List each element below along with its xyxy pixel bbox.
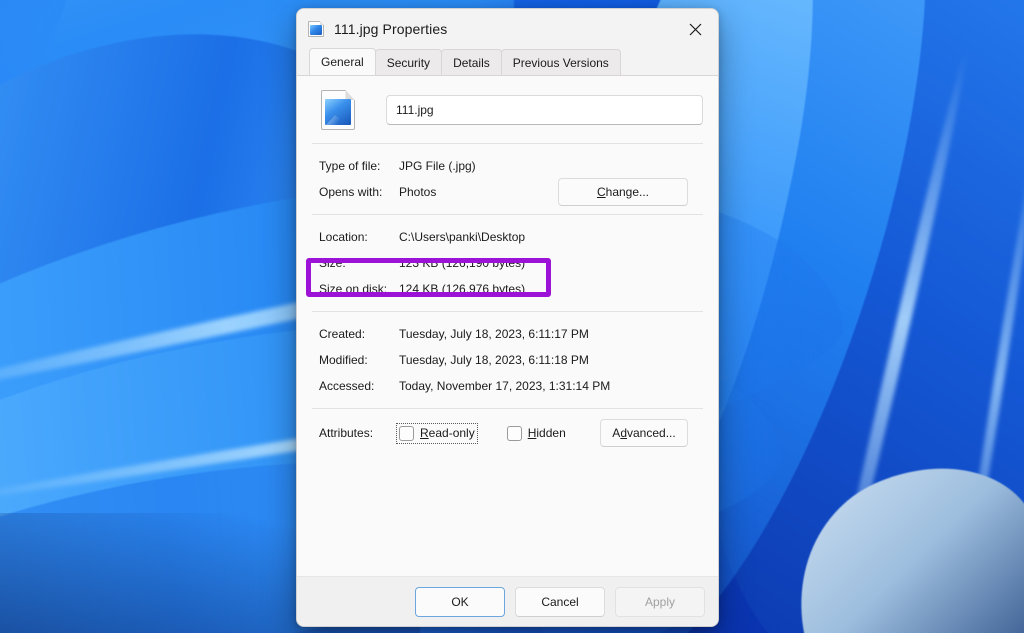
dialog-title-bar: 111.jpg Properties <box>297 9 718 49</box>
image-file-icon <box>308 21 324 37</box>
size-row: Size: 123 KB (126,190 bytes) <box>312 250 703 276</box>
row-label: Accessed: <box>319 379 375 393</box>
checkbox-box <box>399 425 414 441</box>
row-value: C:\Users\panki\Desktop <box>399 230 526 244</box>
dialog-title: 111.jpg Properties <box>334 21 448 37</box>
row-label: Size on disk: <box>319 282 388 296</box>
type-of-file-row: Type of file: JPG File (.jpg) <box>312 153 703 179</box>
row-value: 124 KB (126,976 bytes) <box>399 282 526 296</box>
file-type-group: Type of file: JPG File (.jpg) Opens with… <box>312 144 703 214</box>
row-label: Created: <box>319 327 366 341</box>
file-name-value: 111.jpg <box>396 103 434 117</box>
row-value: Tuesday, July 18, 2023, 6:11:18 PM <box>399 353 589 367</box>
checkbox-label: Hidden <box>527 426 566 440</box>
close-icon[interactable] <box>673 9 718 49</box>
opens-with-row: Opens with: Photos Change... <box>312 178 703 206</box>
accessed-row: Accessed: Today, November 17, 2023, 1:31… <box>312 373 703 399</box>
timestamps-group: Created: Tuesday, July 18, 2023, 6:11:17… <box>312 312 703 408</box>
checkbox-label: Read-only <box>420 426 475 440</box>
dialog-footer: OK Cancel Apply <box>297 576 718 626</box>
tab-security[interactable]: Security <box>374 49 443 75</box>
row-label: Opens with: <box>319 185 383 199</box>
apply-button[interactable]: Apply <box>615 586 705 617</box>
general-tab-panel: 111.jpg Type of file: JPG File (.jpg) Op… <box>297 75 718 576</box>
attributes-label: Attributes: <box>319 426 374 440</box>
row-label: Modified: <box>319 353 368 367</box>
tab-strip: General Security Details Previous Versio… <box>297 48 718 75</box>
size-group: Location: C:\Users\panki\Desktop Size: 1… <box>312 215 703 311</box>
checkbox-box <box>506 425 522 441</box>
row-value: JPG File (.jpg) <box>399 159 476 173</box>
row-label: Type of file: <box>319 159 381 173</box>
apply-button-label: Apply <box>644 594 676 609</box>
attributes-row: Attributes: Read-only Hidden Ad vanced... <box>312 418 703 448</box>
row-value: Today, November 17, 2023, 1:31:14 PM <box>399 379 611 393</box>
row-label: Location: <box>319 230 368 244</box>
size-on-disk-row: Size on disk: 124 KB (126,976 bytes) <box>312 276 703 302</box>
tab-label: Security <box>386 55 431 70</box>
change-button-label: hange... <box>605 185 650 199</box>
ok-button[interactable]: OK <box>415 586 505 617</box>
row-value: 123 KB (126,190 bytes) <box>399 256 526 270</box>
tab-general[interactable]: General <box>309 48 376 75</box>
location-row: Location: C:\Users\panki\Desktop <box>312 224 703 250</box>
hidden-checkbox[interactable]: Hidden <box>506 425 566 441</box>
file-properties-dialog: 111.jpg Properties General Security Deta… <box>296 8 719 627</box>
created-row: Created: Tuesday, July 18, 2023, 6:11:17… <box>312 321 703 347</box>
row-label: Size: <box>319 256 346 270</box>
file-name-row: 111.jpg <box>312 76 703 130</box>
modified-row: Modified: Tuesday, July 18, 2023, 6:11:1… <box>312 347 703 373</box>
tab-previous-versions[interactable]: Previous Versions <box>500 49 621 75</box>
ok-button-label: OK <box>451 594 469 609</box>
cancel-button-label: Cancel <box>541 594 579 609</box>
change-button[interactable]: Change... <box>558 178 688 206</box>
tab-label: General <box>321 55 364 69</box>
advanced-button[interactable]: Ad vanced... <box>600 419 688 447</box>
file-name-input[interactable]: 111.jpg <box>386 95 703 125</box>
jpg-image-file-icon <box>321 90 355 130</box>
desktop-screen: 111.jpg Properties General Security Deta… <box>0 0 1024 633</box>
row-value: Tuesday, July 18, 2023, 6:11:17 PM <box>399 327 589 341</box>
attributes-group: Attributes: Read-only Hidden Ad vanced... <box>312 409 703 457</box>
read-only-checkbox[interactable]: Read-only <box>396 422 478 444</box>
tab-label: Previous Versions <box>512 55 609 70</box>
tab-label: Details <box>453 55 490 70</box>
tab-details[interactable]: Details <box>441 49 502 75</box>
cancel-button[interactable]: Cancel <box>515 586 605 617</box>
